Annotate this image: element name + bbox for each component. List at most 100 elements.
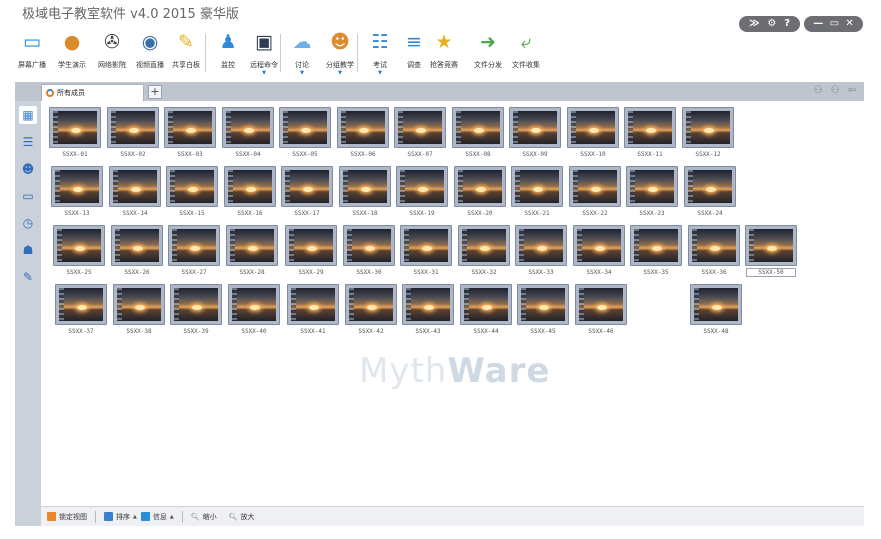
student-thumbnail[interactable]: SSXX-33 <box>515 225 567 276</box>
back-arrow-icon[interactable]: ⇦ <box>848 85 856 96</box>
file-distribute-button[interactable]: ➜ 文件分发 <box>474 30 502 70</box>
sidebar-edit-view-button[interactable]: ✎ <box>19 268 37 286</box>
sort-button[interactable]: 排序 ▲ <box>104 512 137 522</box>
student-thumbnail[interactable]: SSXX-22 <box>569 166 621 217</box>
student-thumbnail[interactable]: SSXX-19 <box>396 166 448 217</box>
student-thumbnail[interactable]: SSXX-26 <box>111 225 163 276</box>
student-thumbnail[interactable]: SSXX-06 <box>337 107 389 158</box>
student-thumbnail[interactable]: SSXX-12 <box>682 107 734 158</box>
student-thumbnail[interactable]: SSXX-35 <box>630 225 682 276</box>
sidebar-thumbnail-view-button[interactable]: ▦ <box>19 106 37 124</box>
student-thumbnail[interactable]: SSXX-08 <box>452 107 504 158</box>
student-thumbnail[interactable]: SSXX-46 <box>575 284 627 335</box>
whiteboard-button[interactable]: ✎ 共享白板 <box>172 30 200 70</box>
student-screen-preview <box>460 284 512 325</box>
discussion-button[interactable]: ☁ 讨论 ▼ <box>290 30 314 76</box>
exam-button[interactable]: ☷ 考试 ▼ <box>368 30 392 76</box>
screen-broadcast-button[interactable]: ▭ 屏幕广播 <box>18 30 46 70</box>
student-thumbnail[interactable]: SSXX-50 <box>745 225 797 277</box>
sidebar-user-view-button[interactable]: ☻ <box>19 160 37 178</box>
file-collect-button[interactable]: ⤶ 文件收集 <box>512 30 540 70</box>
student-thumbnail[interactable]: SSXX-03 <box>164 107 216 158</box>
student-name: SSXX-43 <box>415 328 441 335</box>
dropdown-arrow-icon[interactable]: ▼ <box>338 70 342 76</box>
student-thumbnail[interactable]: SSXX-34 <box>573 225 625 276</box>
zoom-in-button[interactable]: 🔍︎ 放大 <box>229 512 255 522</box>
competition-icon: ★ <box>435 31 453 53</box>
sidebar-list-view-button[interactable]: ☰ <box>19 133 37 151</box>
sidebar-group-view-button[interactable]: ☗ <box>19 241 37 259</box>
dropdown-arrow-icon[interactable]: ▼ <box>300 70 304 76</box>
student-thumbnail[interactable]: SSXX-39 <box>170 284 222 335</box>
dropdown-arrow-icon[interactable]: ▼ <box>378 70 382 76</box>
student-thumbnail[interactable]: SSXX-27 <box>168 225 220 276</box>
student-thumbnail[interactable]: SSXX-09 <box>509 107 561 158</box>
student-thumbnail[interactable]: SSXX-36 <box>688 225 740 276</box>
webcam-icon: ◉ <box>141 31 159 53</box>
video-live-button[interactable]: ◉ 视频直播 <box>136 30 164 70</box>
sidebar-clock-view-button[interactable]: ◷ <box>19 214 37 232</box>
student-thumbnail[interactable]: SSXX-21 <box>511 166 563 217</box>
toolbar-label: 分组教学 <box>326 61 354 69</box>
student-thumbnail[interactable]: SSXX-20 <box>454 166 506 217</box>
lock-view-button[interactable]: 锁定视图 <box>47 512 87 522</box>
student-thumbnail[interactable]: SSXX-02 <box>107 107 159 158</box>
student-name: SSXX-39 <box>183 328 209 335</box>
dropdown-arrow-icon[interactable]: ▼ <box>262 70 266 76</box>
student-thumbnail[interactable]: SSXX-32 <box>458 225 510 276</box>
student-name: SSXX-45 <box>530 328 556 335</box>
student-name: SSXX-50 <box>746 268 796 277</box>
toolbar-label: 调查 <box>407 61 421 69</box>
user-remove-icon[interactable]: ⚇ <box>831 85 840 96</box>
student-thumbnail[interactable]: SSXX-10 <box>567 107 619 158</box>
student-thumbnail[interactable]: SSXX-42 <box>345 284 397 335</box>
student-thumbnail[interactable]: SSXX-25 <box>53 225 105 276</box>
student-thumbnail[interactable]: SSXX-40 <box>228 284 280 335</box>
student-thumbnail[interactable]: SSXX-15 <box>166 166 218 217</box>
add-tab-button[interactable]: + <box>148 85 162 99</box>
student-thumbnail[interactable]: SSXX-43 <box>402 284 454 335</box>
sidebar-folder-view-button[interactable]: ▭ <box>19 187 37 205</box>
student-thumbnail[interactable]: SSXX-13 <box>51 166 103 217</box>
quiz-competition-button[interactable]: ★ 抢答竞赛 <box>430 30 458 70</box>
student-thumbnail[interactable]: SSXX-18 <box>339 166 391 217</box>
zoom-out-button[interactable]: 🔍︎ 缩小 <box>191 512 217 522</box>
student-thumbnail[interactable]: SSXX-05 <box>279 107 331 158</box>
student-thumbnail[interactable]: SSXX-37 <box>55 284 107 335</box>
sort-label: 排序 <box>116 512 130 521</box>
student-demo-button[interactable]: ● 学生演示 <box>58 30 86 70</box>
student-thumbnail[interactable]: SSXX-24 <box>684 166 736 217</box>
close-icon[interactable]: ✕ <box>845 16 853 32</box>
student-thumbnail[interactable]: SSXX-17 <box>281 166 333 217</box>
help-icon[interactable]: ? <box>784 16 790 32</box>
student-thumbnail[interactable]: SSXX-11 <box>624 107 676 158</box>
info-button[interactable]: 信息 ▲ <box>140 512 174 522</box>
student-thumbnail[interactable]: SSXX-38 <box>113 284 165 335</box>
student-thumbnail[interactable]: SSXX-04 <box>222 107 274 158</box>
student-thumbnail[interactable]: SSXX-44 <box>460 284 512 335</box>
collapse-icon[interactable]: ≫ <box>749 16 759 32</box>
settings-icon[interactable]: ⚙ <box>767 16 776 32</box>
network-movie-button[interactable]: ✇ 网络影院 <box>98 30 126 70</box>
student-thumbnail[interactable]: SSXX-41 <box>287 284 339 335</box>
student-thumbnail[interactable]: SSXX-30 <box>343 225 395 276</box>
user-add-icon[interactable]: ⚇ <box>814 85 823 96</box>
monitor-button[interactable]: ♟ 监控 <box>216 30 240 70</box>
student-thumbnail[interactable]: SSXX-23 <box>626 166 678 217</box>
student-thumbnail[interactable]: SSXX-45 <box>517 284 569 335</box>
student-thumbnail[interactable]: SSXX-07 <box>394 107 446 158</box>
remote-command-button[interactable]: ▣ 远程命令 ▼ <box>250 30 278 76</box>
student-thumbnail[interactable]: SSXX-31 <box>400 225 452 276</box>
minimize-icon[interactable]: — <box>813 16 823 32</box>
student-thumbnail[interactable]: SSXX-48 <box>690 284 742 335</box>
student-thumbnail[interactable]: SSXX-16 <box>224 166 276 217</box>
student-thumbnail[interactable]: SSXX-28 <box>226 225 278 276</box>
group-teaching-button[interactable]: ☻ 分组教学 ▼ <box>326 30 354 76</box>
student-thumbnail[interactable]: SSXX-01 <box>49 107 101 158</box>
maximize-icon[interactable]: ▭ <box>830 16 839 32</box>
survey-button[interactable]: ≡ 调查 <box>402 30 426 70</box>
tab-all-members[interactable]: 所有成员 <box>41 84 144 101</box>
student-name: SSXX-11 <box>637 151 663 158</box>
student-thumbnail[interactable]: SSXX-14 <box>109 166 161 217</box>
student-thumbnail[interactable]: SSXX-29 <box>285 225 337 276</box>
